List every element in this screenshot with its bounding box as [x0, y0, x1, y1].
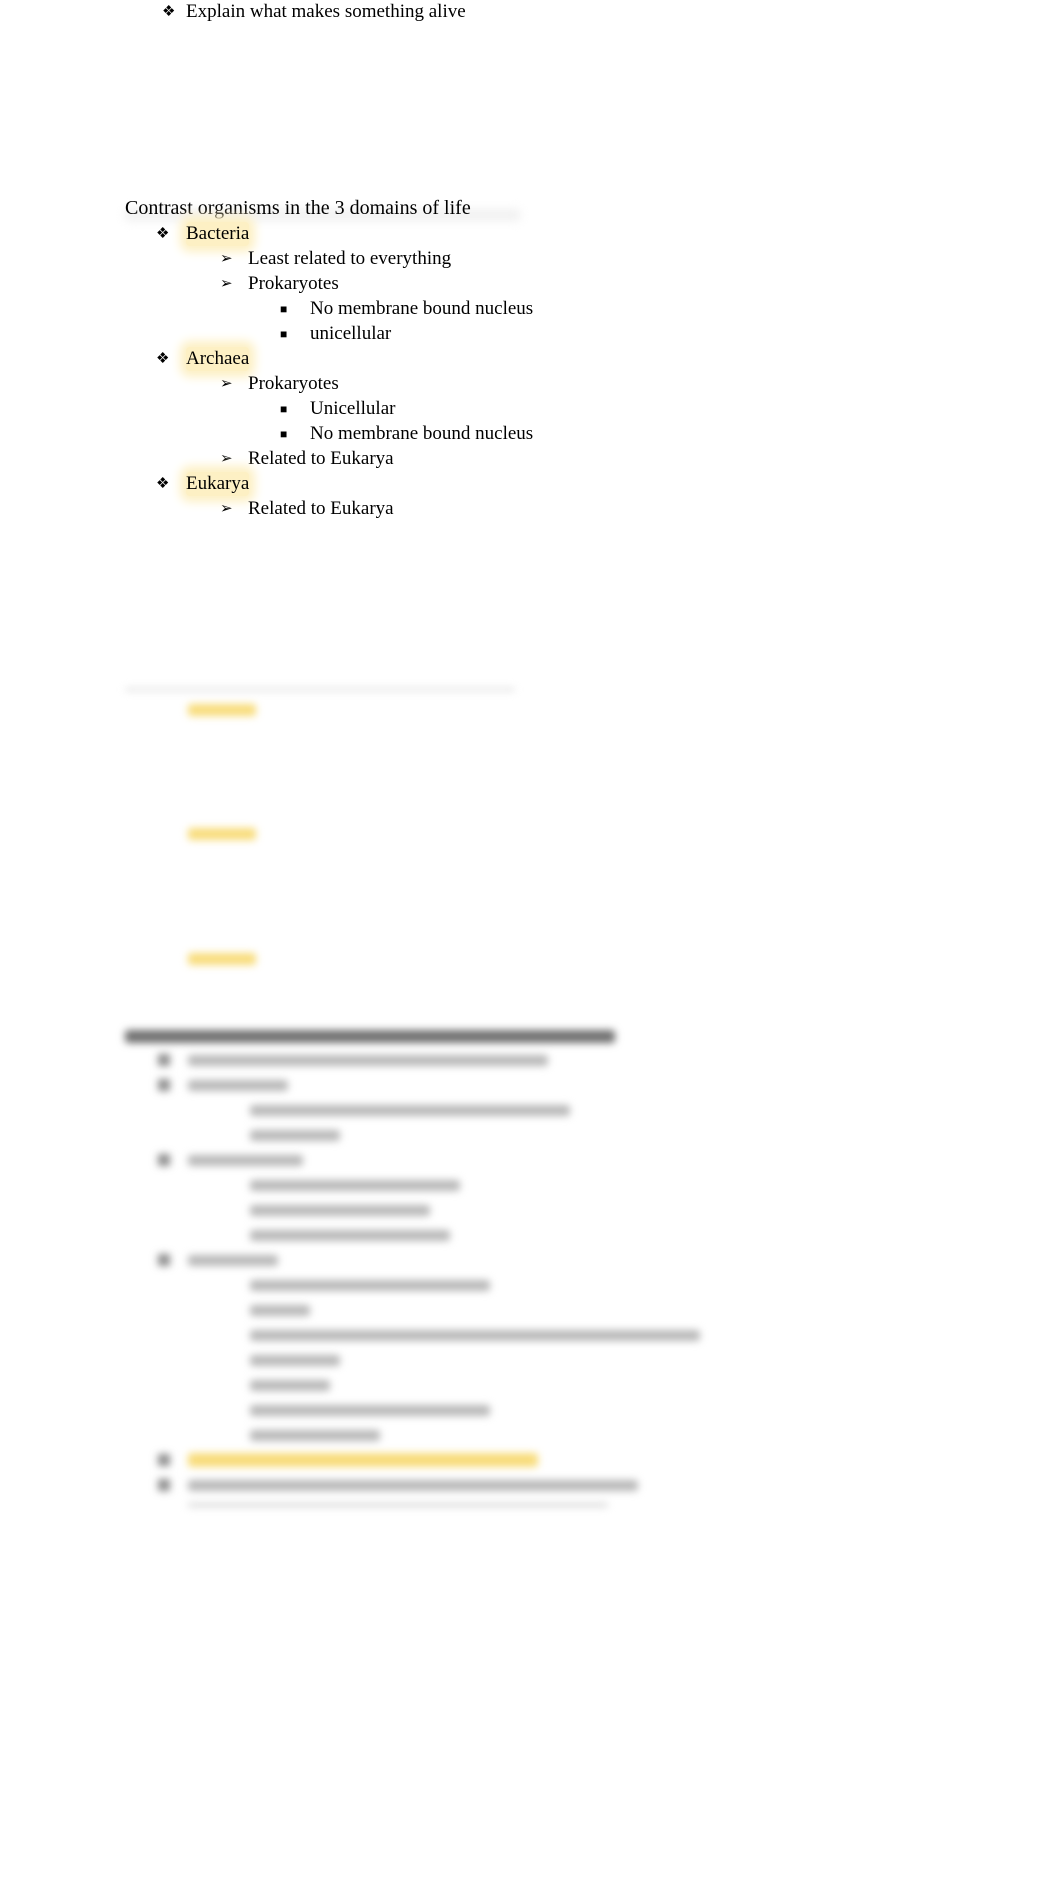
blurred-content-region — [0, 670, 1062, 1530]
list-item: No membrane bound nucleus — [310, 298, 534, 319]
list-item: No membrane bound nucleus — [310, 423, 534, 444]
blurred-line — [250, 1305, 310, 1316]
blurred-line — [188, 1255, 278, 1266]
blurred-heading-rule — [125, 688, 515, 691]
blurred-bullet — [158, 1454, 170, 1466]
blurred-highlight — [188, 828, 256, 840]
blurred-line — [250, 1380, 330, 1391]
blurred-highlight — [188, 1453, 538, 1467]
blurred-bullet — [158, 1079, 170, 1091]
arrow-bullet-icon: ➢ — [220, 276, 233, 292]
blurred-bullet — [158, 1154, 170, 1166]
blurred-line — [188, 1503, 608, 1507]
blurred-line — [188, 1155, 303, 1166]
blurred-line — [250, 1330, 700, 1341]
domain-label-archaea: Archaea — [186, 347, 250, 371]
square-bullet-icon: ■ — [280, 402, 288, 416]
list-item: Related to Eukarya — [248, 448, 394, 469]
square-bullet-icon: ■ — [280, 302, 288, 316]
blurred-heading — [125, 1030, 615, 1043]
blurred-line — [250, 1280, 490, 1291]
diamond-bullet-icon: ❖ — [156, 351, 170, 367]
square-bullet-icon: ■ — [280, 427, 288, 441]
blurred-line — [250, 1405, 490, 1416]
blurred-line — [250, 1230, 450, 1241]
square-bullet-icon: ■ — [280, 327, 288, 341]
blurred-line — [188, 1080, 288, 1091]
blurred-bullet — [158, 1254, 170, 1266]
list-item: Unicellular — [310, 398, 396, 419]
arrow-bullet-icon: ➢ — [220, 251, 233, 267]
blurred-line — [188, 1480, 638, 1491]
diamond-bullet-icon: ❖ — [156, 226, 170, 242]
arrow-bullet-icon: ➢ — [220, 501, 233, 517]
blurred-bullet — [158, 1054, 170, 1066]
top-item-text: Explain what makes something alive — [186, 1, 466, 22]
blurred-line — [250, 1430, 380, 1441]
blurred-line — [250, 1355, 340, 1366]
arrow-bullet-icon: ➢ — [220, 451, 233, 467]
list-item: unicellular — [310, 323, 392, 344]
blurred-highlight — [188, 953, 256, 965]
blurred-line — [250, 1130, 340, 1141]
domain-label-bacteria: Bacteria — [186, 222, 250, 246]
list-item: Prokaryotes — [248, 373, 339, 394]
list-item: Related to Eukarya — [248, 498, 394, 519]
blurred-line — [250, 1105, 570, 1116]
diamond-bullet-icon: ❖ — [162, 4, 176, 20]
list-item: Prokaryotes — [248, 273, 339, 294]
domain-label-eukarya: Eukarya — [186, 472, 250, 496]
blurred-line — [250, 1205, 430, 1216]
blurred-bullet — [158, 1479, 170, 1491]
arrow-bullet-icon: ➢ — [220, 376, 233, 392]
blurred-highlight — [188, 704, 256, 716]
blurred-line — [250, 1180, 460, 1191]
blurred-line — [188, 1055, 548, 1066]
list-item: Least related to everything — [248, 248, 452, 269]
section-heading: Contrast organisms in the 3 domains of l… — [125, 197, 471, 219]
diamond-bullet-icon: ❖ — [156, 476, 170, 492]
